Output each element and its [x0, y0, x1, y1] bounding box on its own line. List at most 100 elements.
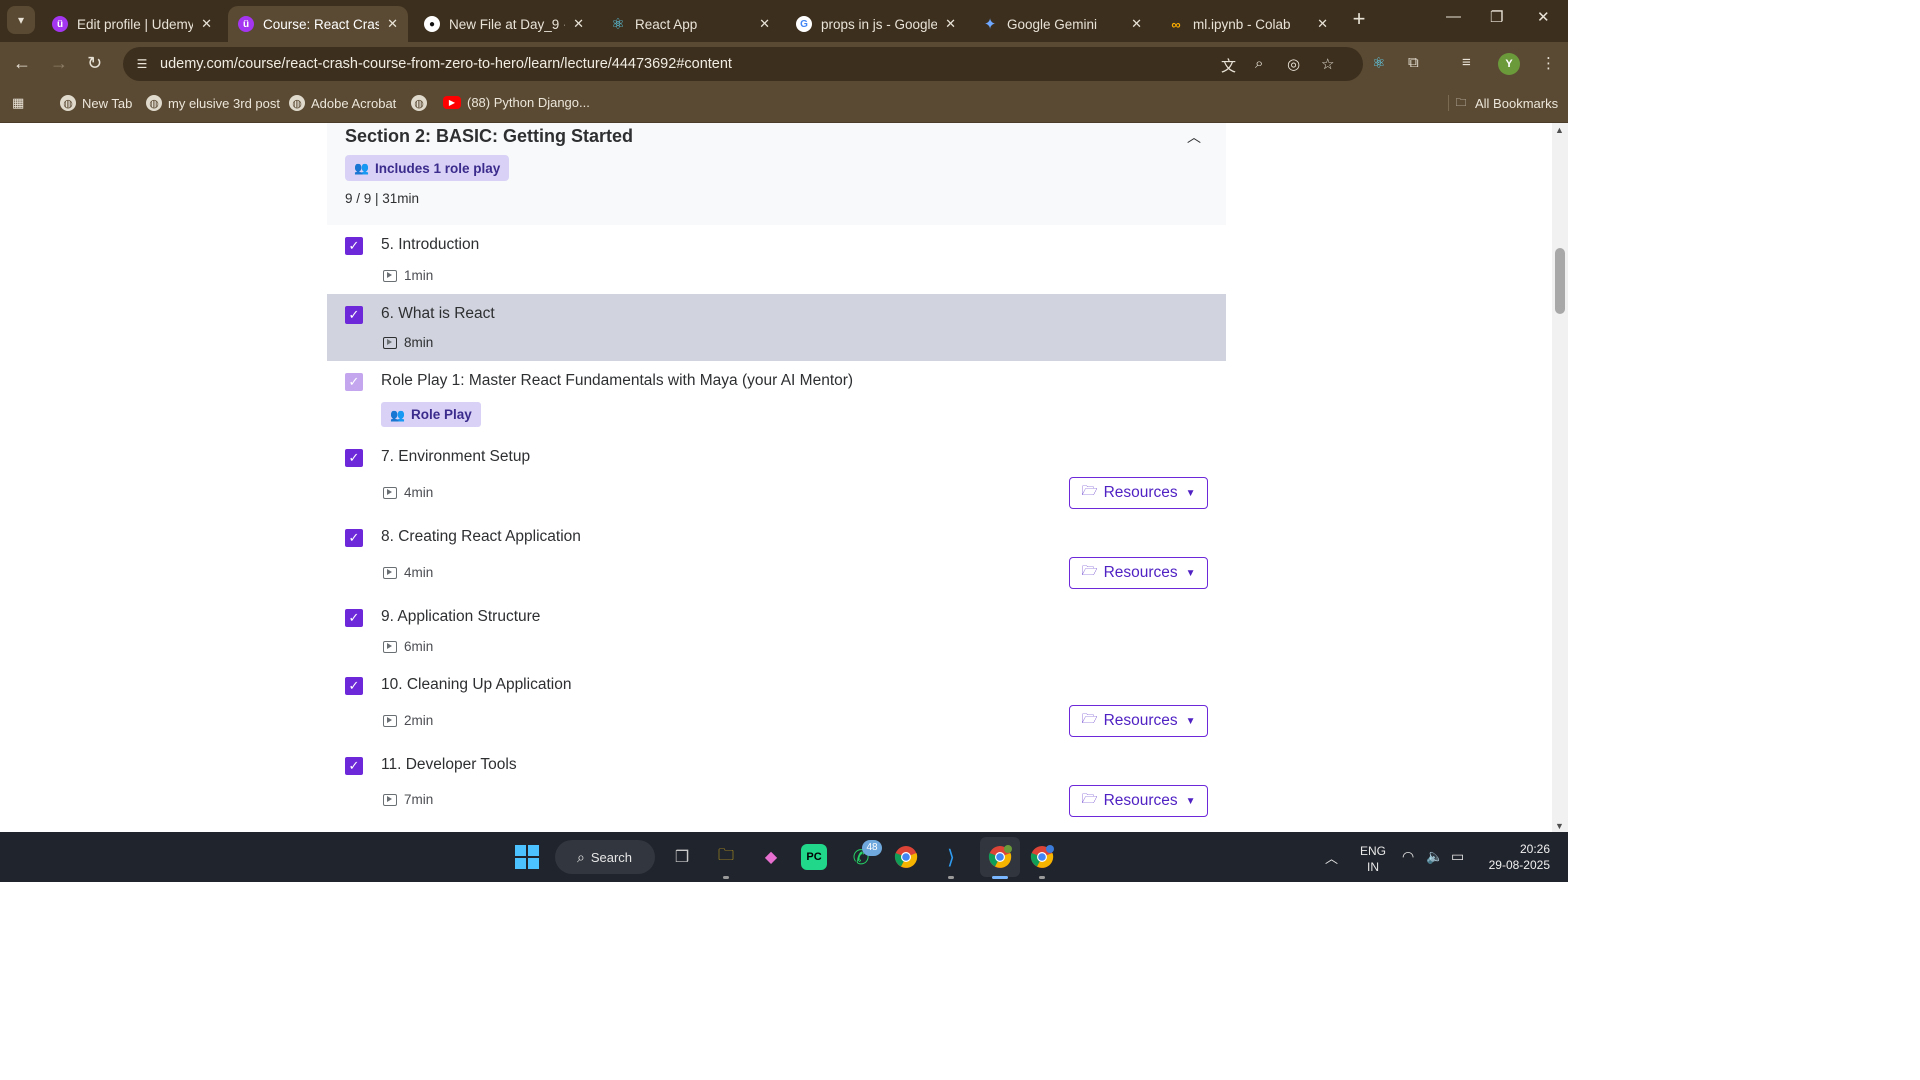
completed-checkbox[interactable]: ✓	[345, 237, 363, 255]
chevron-down-icon: ▼	[1185, 567, 1196, 579]
tab-colab[interactable]: ∞ ml.ipynb - Colab ✕	[1158, 6, 1338, 42]
globe-icon: ◍	[60, 95, 76, 111]
close-tab-icon[interactable]: ✕	[573, 16, 584, 32]
site-info-icon[interactable]: ☰	[133, 55, 151, 73]
resources-dropdown-button[interactable]: 🗁 Resources ▼	[1069, 705, 1208, 737]
media-control-icon[interactable]: ≡	[1462, 54, 1471, 71]
tab-google-props[interactable]: G props in js - Google ✕	[786, 6, 966, 42]
all-bookmarks-button[interactable]: 🗀 All Bookmarks	[1448, 95, 1558, 111]
resources-dropdown-button[interactable]: 🗁 Resources ▼	[1069, 477, 1208, 509]
scroll-thumb[interactable]	[1555, 248, 1565, 314]
chrome-profile-icon[interactable]	[985, 842, 1015, 872]
restore-icon[interactable]: ❐	[1490, 8, 1503, 26]
volume-icon[interactable]: 🔈	[1426, 848, 1443, 865]
completed-checkbox[interactable]: ✓	[345, 677, 363, 695]
completed-checkbox[interactable]: ✓	[345, 757, 363, 775]
extensions-icon[interactable]: ⧉	[1408, 54, 1419, 71]
scroll-up-arrow-icon[interactable]: ▲	[1555, 125, 1564, 135]
role-play-tag: 👥 Role Play	[381, 402, 481, 427]
close-tab-icon[interactable]: ✕	[1317, 16, 1328, 32]
completed-checkbox[interactable]: ✓	[345, 373, 363, 391]
folder-open-icon: 🗁	[1081, 483, 1098, 498]
running-indicator	[723, 876, 729, 879]
chevron-up-icon[interactable]: ︿	[1187, 127, 1201, 147]
bookmark-adobe-acrobat[interactable]: ◍ Adobe Acrobat	[289, 95, 396, 111]
window-close-icon[interactable]: ✕	[1537, 8, 1550, 26]
lecture-item[interactable]: ✓ 7. Environment Setup 4min 🗁 Resources …	[327, 437, 1226, 518]
video-icon	[383, 269, 397, 282]
file-explorer-icon[interactable]: 🗀	[711, 842, 741, 872]
lecture-item[interactable]: ✓ 10. Cleaning Up Application 2min 🗁 Res…	[327, 666, 1226, 746]
page-scrollbar[interactable]: ▲ ▼	[1552, 123, 1568, 832]
close-tab-icon[interactable]: ✕	[945, 16, 956, 32]
close-tab-icon[interactable]: ✕	[387, 16, 398, 32]
video-icon	[383, 793, 397, 806]
taskbar-search-button[interactable]: ⌕ Search	[555, 840, 655, 874]
language-indicator[interactable]: ENG IN	[1360, 843, 1386, 875]
completed-checkbox[interactable]: ✓	[345, 449, 363, 467]
zoom-icon[interactable]: ⌕	[1255, 55, 1263, 72]
windows-start-icon[interactable]	[512, 842, 542, 872]
lecture-item-current[interactable]: ✓ 6. What is React 8min	[327, 294, 1226, 361]
tab-react-app[interactable]: ⚛ React App ✕	[600, 6, 780, 42]
section-progress: 9 / 9 | 31min	[345, 191, 420, 206]
close-tab-icon[interactable]: ✕	[759, 16, 770, 32]
minimize-icon[interactable]: —	[1446, 8, 1461, 25]
copilot-icon[interactable]: ◆	[756, 842, 786, 872]
address-bar[interactable]: ☰ udemy.com/course/react-crash-course-fr…	[123, 47, 1363, 81]
pycharm-icon[interactable]: PC	[801, 844, 827, 870]
translate-icon[interactable]: ⽂	[1221, 55, 1236, 76]
lecture-item[interactable]: ✓ 5. Introduction 1min	[327, 225, 1226, 294]
lecture-item[interactable]: ✓ 11. Developer Tools 7min 🗁 Resources ▼	[327, 746, 1226, 832]
tab-gemini[interactable]: ✦ Google Gemini ✕	[972, 6, 1152, 42]
bookmark-star-icon[interactable]: ☆	[1321, 55, 1334, 73]
people-icon: 👥	[390, 407, 405, 422]
tab-github[interactable]: ● New File at Day_9 · Y ✕	[414, 6, 594, 42]
back-icon[interactable]: ←	[13, 53, 31, 74]
tray-overflow-icon[interactable]: ︿	[1325, 848, 1338, 867]
search-icon: ⌕	[577, 848, 585, 865]
battery-icon[interactable]: ▭	[1451, 848, 1464, 865]
chrome-icon[interactable]	[891, 842, 921, 872]
running-indicator	[948, 876, 954, 879]
completed-checkbox[interactable]: ✓	[345, 529, 363, 547]
lecture-item[interactable]: ✓ 8. Creating React Application 4min 🗁 R…	[327, 518, 1226, 598]
vscode-icon[interactable]: ⟩	[936, 842, 966, 872]
system-clock[interactable]: 20:26 29-08-2025	[1482, 841, 1550, 873]
lecture-item[interactable]: ✓ 9. Application Structure 6min	[327, 598, 1226, 666]
chevron-down-icon: ▼	[1185, 487, 1196, 499]
new-tab-button[interactable]: +	[1347, 8, 1371, 32]
apps-icon[interactable]: ▦	[12, 95, 24, 111]
completed-checkbox[interactable]: ✓	[345, 609, 363, 627]
role-play-badge: 👥 Includes 1 role play	[345, 155, 510, 181]
eye-off-icon[interactable]: ◎	[1287, 55, 1300, 73]
close-tab-icon[interactable]: ✕	[201, 16, 212, 32]
chrome-profile-2-icon[interactable]	[1027, 842, 1057, 872]
task-view-icon[interactable]: ❒	[667, 842, 697, 872]
folder-open-icon: 🗁	[1081, 711, 1098, 726]
video-icon	[383, 486, 397, 499]
react-devtools-icon[interactable]: ⚛	[1372, 54, 1385, 72]
bookmark-elusive-post[interactable]: ◍ my elusive 3rd post	[146, 95, 280, 111]
reload-icon[interactable]: ↻	[87, 53, 102, 74]
bookmark-new-tab[interactable]: ◍ New Tab	[60, 95, 132, 111]
role-play-item[interactable]: ✓ Role Play 1: Master React Fundamentals…	[327, 361, 1226, 437]
completed-checkbox[interactable]: ✓	[345, 306, 363, 324]
tab-search-button[interactable]: ▾	[7, 6, 35, 34]
more-menu-icon[interactable]: ⋮	[1541, 54, 1556, 72]
close-tab-icon[interactable]: ✕	[1131, 16, 1142, 32]
scroll-down-arrow-icon[interactable]: ▼	[1555, 821, 1564, 831]
section-header[interactable]: Section 2: BASIC: Getting Started ︿ 👥 In…	[327, 123, 1226, 225]
url-text[interactable]: udemy.com/course/react-crash-course-from…	[160, 56, 732, 72]
bookmark-python-django[interactable]: ▶ (88) Python Django...	[443, 95, 590, 110]
resources-dropdown-button[interactable]: 🗁 Resources ▼	[1069, 785, 1208, 817]
bookmark-globe[interactable]: ◍	[411, 95, 433, 111]
toolbar: ← → ↻ ☰ udemy.com/course/react-crash-cou…	[0, 42, 1568, 86]
resources-dropdown-button[interactable]: 🗁 Resources ▼	[1069, 557, 1208, 589]
tab-edit-profile[interactable]: ü Edit profile | Udemy ✕	[42, 6, 222, 42]
tab-strip: ▾ ü Edit profile | Udemy ✕ ü Course: Rea…	[0, 0, 1568, 42]
tab-course-react[interactable]: ü Course: React Crash C ✕	[228, 6, 408, 42]
profile-avatar[interactable]: Y	[1498, 53, 1520, 75]
wifi-icon[interactable]: ◠	[1402, 848, 1414, 865]
forward-icon[interactable]: →	[50, 53, 68, 74]
